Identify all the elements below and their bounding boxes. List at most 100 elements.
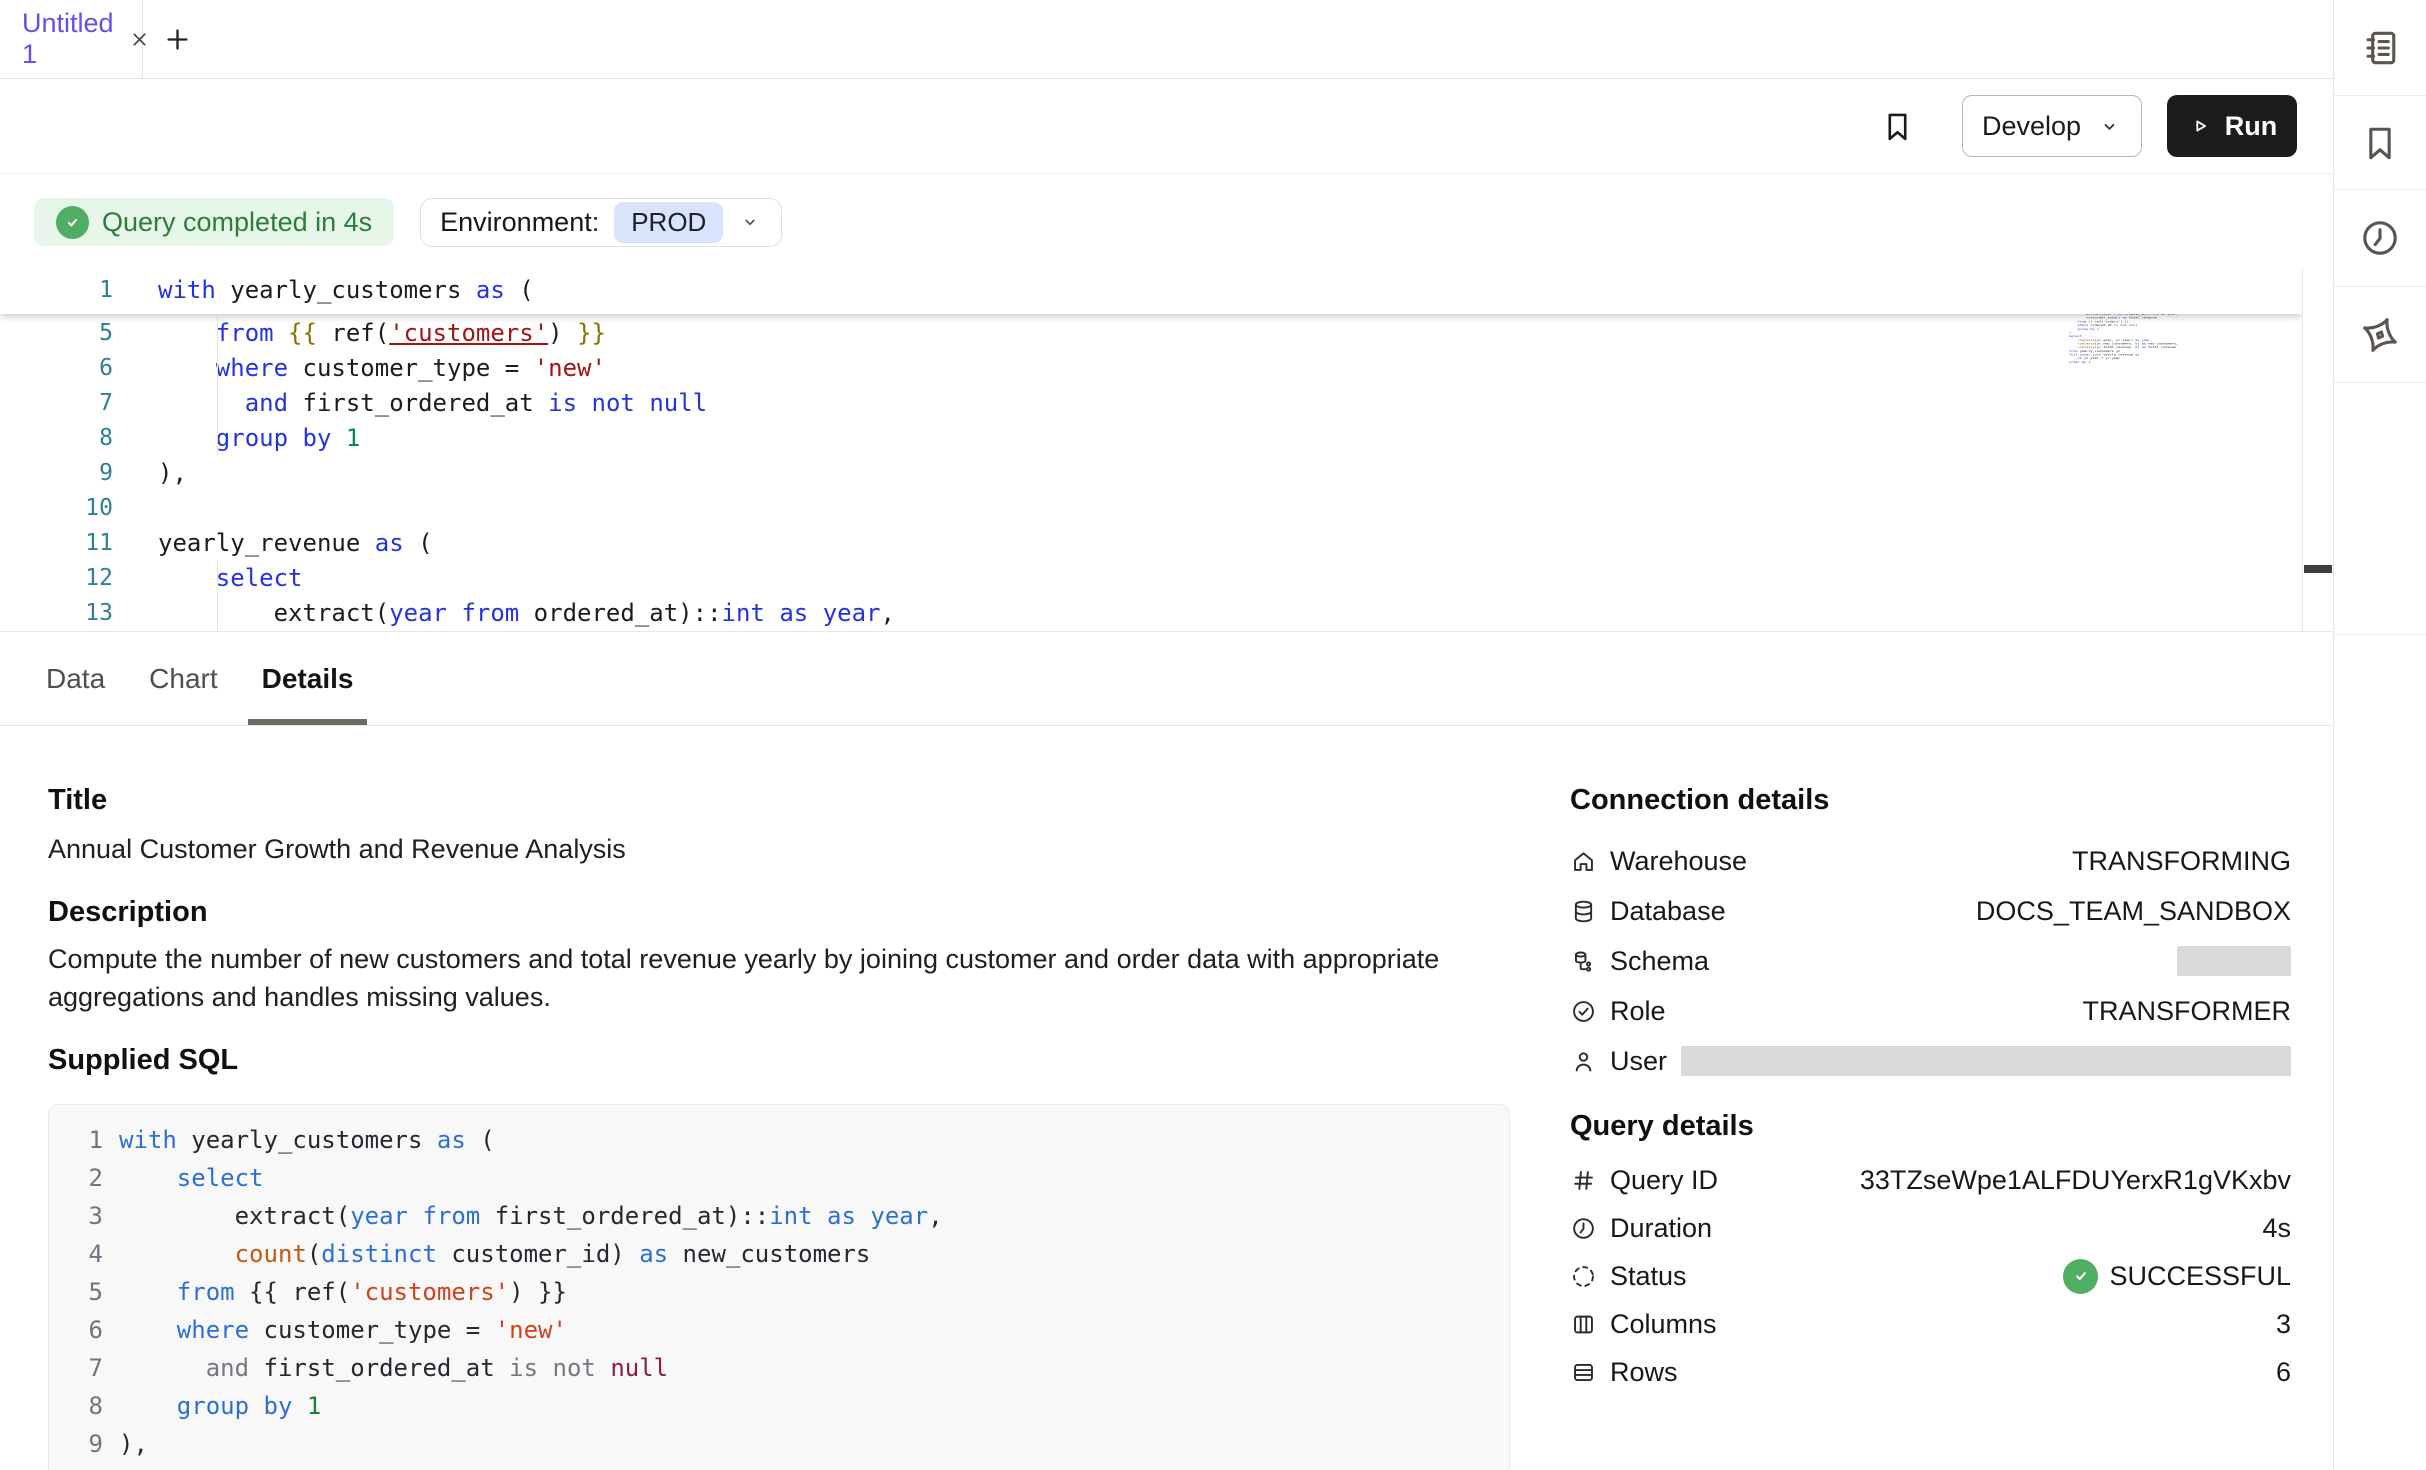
- sidebar-item-bookmarks[interactable]: [2334, 96, 2426, 190]
- clock-icon: [1570, 1215, 1597, 1242]
- query-row-duration: Duration4s: [1570, 1204, 2291, 1252]
- title-heading: Title: [48, 782, 1510, 818]
- user-icon: [1570, 1048, 1597, 1075]
- play-icon: [2187, 113, 2213, 139]
- success-check-icon: [2063, 1259, 2098, 1294]
- editor-line[interactable]: 10: [0, 491, 2302, 526]
- sql-editor[interactable]: 5 from {{ ref('customers') }}6 where cus…: [0, 270, 2333, 632]
- sql-line: 9),: [73, 1425, 1509, 1463]
- row-label: Schema: [1610, 946, 1709, 977]
- chevron-down-icon: [738, 210, 762, 234]
- close-tab-icon[interactable]: [127, 27, 152, 52]
- connection-row-database: Database DOCS_TEAM_SANDBOX: [1570, 886, 2291, 936]
- tab-chart[interactable]: Chart: [147, 632, 219, 725]
- sql-line: 2 select: [73, 1159, 1509, 1197]
- success-check-icon: [56, 206, 89, 239]
- query-details-rows: Query ID33TZseWpe1ALFDUYerxR1gVKxbvDurat…: [1570, 1156, 2291, 1396]
- tab-bar: Untitled 1: [0, 0, 2333, 79]
- tab-untitled-1[interactable]: Untitled 1: [0, 0, 143, 78]
- right-sidebar: [2333, 0, 2426, 1470]
- query-row-rows: Rows 6: [1570, 1348, 2291, 1396]
- redacted-value: [1681, 1046, 2291, 1076]
- sql-line: 6 where customer_type = 'new': [73, 1311, 1509, 1349]
- result-tabs: Data Chart Details: [0, 632, 2333, 726]
- app-root: Untitled 1 Develop Run Query completed i…: [0, 0, 2426, 1470]
- environment-selector[interactable]: Environment: PROD: [420, 198, 782, 247]
- editor-line[interactable]: 7 and first_ordered_at is not null: [0, 386, 2302, 421]
- editor-minimap[interactable]: with yearly_customers as ( select extrac…: [2069, 272, 2269, 628]
- editor-line[interactable]: 6 where customer_type = 'new': [0, 351, 2302, 386]
- sidebar-item-history[interactable]: [2334, 190, 2426, 287]
- sql-line: 8 group by 1: [73, 1387, 1509, 1425]
- notebook-icon: [2358, 26, 2402, 70]
- tab-details[interactable]: Details: [260, 632, 356, 725]
- supplied-sql-heading: Supplied SQL: [48, 1042, 1510, 1078]
- editor-scrollbar[interactable]: [2302, 270, 2333, 631]
- sidebar-item-notebook[interactable]: [2334, 0, 2426, 96]
- editor-sticky-line: 1with yearly_customers as (: [0, 270, 2302, 314]
- hash-icon: [1570, 1167, 1597, 1194]
- new-tab-button[interactable]: [161, 0, 194, 78]
- description-heading: Description: [48, 894, 1510, 930]
- develop-dropdown[interactable]: Develop: [1962, 95, 2142, 157]
- toolbar: Develop Run: [0, 79, 2333, 174]
- row-value: TRANSFORMER: [2083, 996, 2292, 1027]
- row-value: DOCS_TEAM_SANDBOX: [1976, 896, 2291, 927]
- database-icon: [1570, 898, 1597, 925]
- query-status-text: Query completed in 4s: [102, 207, 372, 238]
- row-value: 3: [2276, 1309, 2291, 1340]
- columns-icon: [1570, 1311, 1597, 1338]
- supplied-sql-block: 1with yearly_customers as (2 select3 ext…: [48, 1104, 1510, 1470]
- editor-line[interactable]: 9),: [0, 456, 2302, 491]
- connection-row-schema: Schema: [1570, 936, 2291, 986]
- scrollbar-thumb[interactable]: [2304, 565, 2332, 573]
- main-area: Untitled 1 Develop Run Query completed i…: [0, 0, 2333, 1470]
- sql-line: 7 and first_ordered_at is not null: [73, 1349, 1509, 1387]
- bookmark-icon[interactable]: [1879, 108, 1916, 145]
- clock-icon: [2358, 216, 2402, 260]
- details-panel: Title Annual Customer Growth and Revenue…: [0, 726, 2333, 1469]
- query-row-columns: Columns 3: [1570, 1300, 2291, 1348]
- row-label: Columns: [1610, 1309, 1717, 1340]
- bookmark-icon: [2358, 121, 2402, 165]
- sidebar-spacer: [2334, 383, 2426, 635]
- role-icon: [1570, 998, 1597, 1025]
- rows-icon: [1570, 1359, 1597, 1386]
- connection-details-rows: WarehouseTRANSFORMINGDatabaseDOCS_TEAM_S…: [1570, 836, 2291, 1086]
- run-label: Run: [2225, 111, 2277, 142]
- editor-line[interactable]: 13 extract(year from ordered_at)::int as…: [0, 596, 2302, 631]
- editor-line[interactable]: 11yearly_revenue as (: [0, 526, 2302, 561]
- status-value: SUCCESSFUL: [2063, 1259, 2291, 1294]
- details-right-column: Connection details WarehouseTRANSFORMING…: [1560, 726, 2333, 1469]
- sql-line: 4 count(distinct customer_id) as new_cus…: [73, 1235, 1509, 1273]
- row-label: Role: [1610, 996, 1666, 1027]
- row-label: Warehouse: [1610, 846, 1747, 877]
- redacted-value: [2177, 946, 2291, 976]
- row-label: Status: [1610, 1261, 1687, 1292]
- query-status-badge: Query completed in 4s: [34, 198, 394, 246]
- sql-line: 10: [73, 1463, 1509, 1470]
- row-label: Database: [1610, 896, 1726, 927]
- indent-guide: [217, 561, 218, 631]
- sparkle-compass-icon: [2358, 313, 2402, 357]
- row-label: Rows: [1610, 1357, 1678, 1388]
- tab-title: Untitled 1: [22, 8, 114, 70]
- sidebar-item-assistant[interactable]: [2334, 287, 2426, 383]
- sql-line: 3 extract(year from first_ordered_at)::i…: [73, 1197, 1509, 1235]
- schema-icon: [1570, 948, 1597, 975]
- sql-line: 5 from {{ ref('customers') }}: [73, 1273, 1509, 1311]
- tab-data[interactable]: Data: [44, 632, 107, 725]
- row-value: 6: [2276, 1357, 2291, 1388]
- develop-label: Develop: [1982, 111, 2081, 142]
- connection-row-user: User: [1570, 1036, 2291, 1086]
- row-label: Query ID: [1610, 1165, 1718, 1196]
- row-label: Duration: [1610, 1213, 1712, 1244]
- editor-lines[interactable]: 5 from {{ ref('customers') }}6 where cus…: [0, 316, 2302, 631]
- editor-line[interactable]: 8 group by 1: [0, 421, 2302, 456]
- editor-line[interactable]: 5 from {{ ref('customers') }}: [0, 316, 2302, 351]
- row-label: User: [1610, 1046, 1667, 1077]
- editor-line[interactable]: 12 select: [0, 561, 2302, 596]
- run-button[interactable]: Run: [2167, 95, 2297, 157]
- spinner-icon: [1570, 1263, 1597, 1290]
- details-left-column: Title Annual Customer Growth and Revenue…: [0, 726, 1560, 1469]
